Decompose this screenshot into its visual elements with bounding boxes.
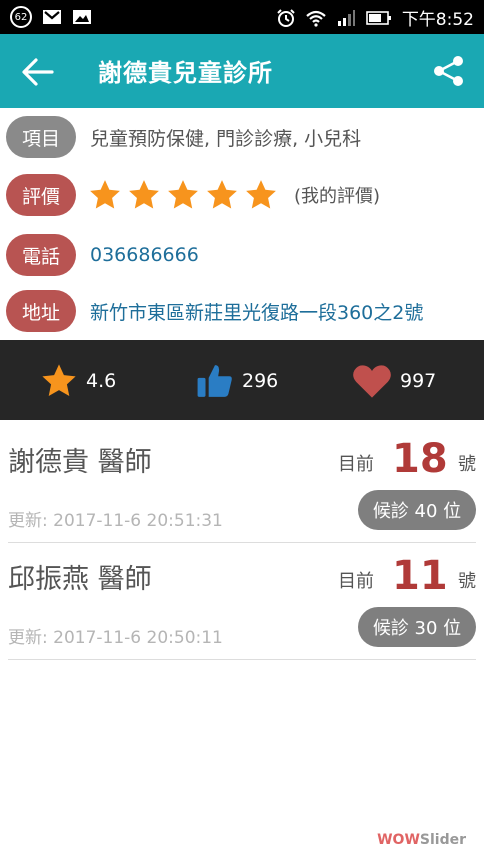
doctor-list-item[interactable]: 謝德貴 醫師 目前 18 號 更新: 2017-11-6 20:51:31 候診…	[8, 426, 476, 543]
service-row: 項目 兒童預防保健, 門診診療, 小兒科	[6, 116, 361, 158]
doctor-list-item[interactable]: 邱振燕 醫師 目前 11 號 更新: 2017-11-6 20:50:11 候診…	[8, 543, 476, 660]
watermark-part-2: Slider	[419, 832, 466, 848]
service-value: 兒童預防保健, 門診診療, 小兒科	[90, 127, 362, 150]
current-label: 目前	[338, 454, 374, 475]
status-right: 下午8:52	[276, 5, 474, 30]
favorites-stat[interactable]: 997	[352, 362, 436, 400]
star-icon	[42, 364, 76, 397]
favorites-count: 997	[400, 370, 437, 392]
status-time: 下午8:52	[401, 10, 474, 30]
doctor-name: 邱振燕 醫師	[8, 564, 152, 595]
waiting-badge: 候診 30 位	[358, 607, 476, 647]
star-icon[interactable]	[205, 178, 239, 212]
update-time: 更新: 2017-11-6 20:51:31	[8, 511, 223, 531]
watermark-logo: WOWSlider	[377, 832, 466, 848]
mail-icon	[43, 10, 61, 24]
rating-value: 4.6	[86, 370, 117, 392]
phone-row: 電話 036686666	[6, 234, 199, 276]
app-bar: 謝德貴兒童診所	[0, 34, 484, 108]
likes-stat[interactable]: 296	[196, 362, 278, 400]
signal-icon	[337, 9, 355, 26]
watermark-part-1: WOW	[377, 832, 420, 848]
status-left: 62	[10, 6, 92, 28]
likes-count: 296	[242, 370, 279, 392]
rating-stat: 4.6	[40, 362, 116, 400]
image-icon	[73, 10, 91, 24]
alarm-icon	[277, 8, 295, 27]
waiting-badge: 候診 40 位	[358, 490, 476, 530]
star-icon[interactable]	[166, 178, 200, 212]
heart-icon	[353, 365, 391, 398]
phone-label: 電話	[6, 234, 76, 276]
rating-label: 評價	[6, 174, 76, 216]
rating-row: 評價 (我的評價)	[6, 174, 380, 216]
thumbs-up-icon	[197, 365, 232, 397]
my-rating-link[interactable]: (我的評價)	[294, 182, 380, 208]
address-label: 地址	[6, 290, 76, 332]
notification-count-badge: 62	[10, 6, 32, 28]
number-unit: 號	[458, 571, 476, 592]
doctor-name: 謝德貴 醫師	[8, 447, 152, 478]
phone-link[interactable]: 036686666	[90, 244, 199, 266]
status-bar: 62 下午8:52	[0, 0, 484, 34]
star-icon[interactable]	[244, 178, 278, 212]
current-number: 11	[392, 553, 448, 599]
stats-bar: 4.6 296 997	[0, 340, 484, 420]
wifi-icon	[306, 10, 326, 27]
current-label: 目前	[338, 571, 374, 592]
number-unit: 號	[458, 454, 476, 475]
current-number: 18	[392, 436, 448, 482]
star-icon[interactable]	[88, 178, 122, 212]
share-icon[interactable]	[432, 54, 466, 88]
address-row: 地址 新竹市東區新莊里光復路一段360之2號	[6, 290, 423, 332]
star-rating[interactable]	[88, 178, 278, 212]
service-label: 項目	[6, 116, 76, 158]
address-link[interactable]: 新竹市東區新莊里光復路一段360之2號	[90, 298, 423, 325]
star-icon[interactable]	[127, 178, 161, 212]
battery-icon	[366, 10, 391, 25]
page-title: 謝德貴兒童診所	[98, 59, 273, 87]
back-arrow-icon[interactable]	[20, 54, 56, 90]
update-time: 更新: 2017-11-6 20:50:11	[8, 628, 223, 648]
